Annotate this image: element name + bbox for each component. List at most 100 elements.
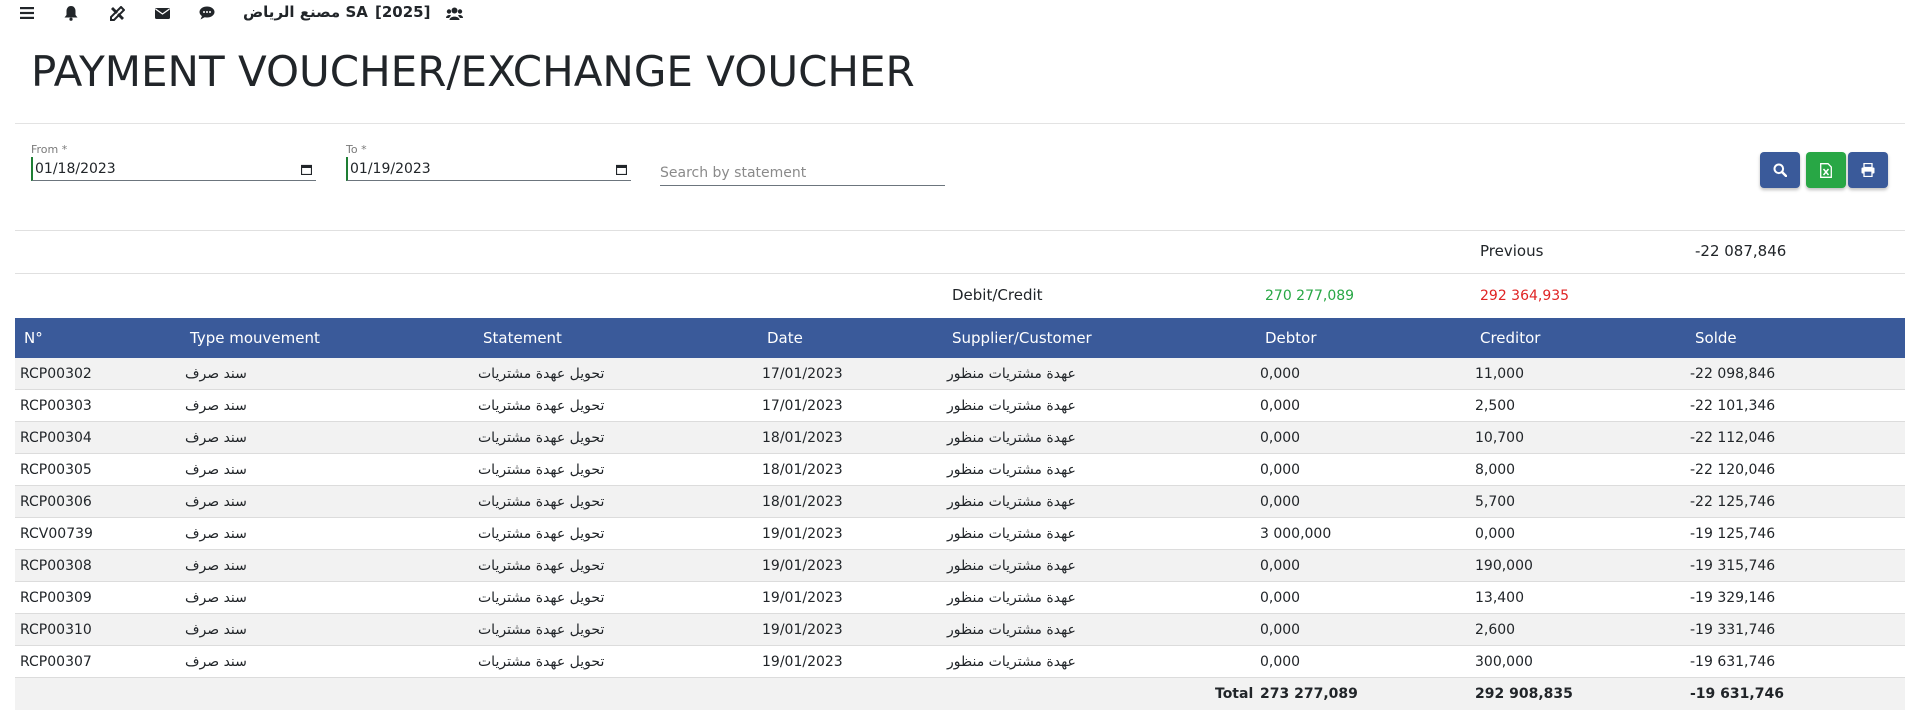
cell-debtor: 3 000,000 (1260, 526, 1332, 542)
cell-debtor: 0,000 (1260, 622, 1301, 638)
table-row[interactable]: RCP00303 سند صرف تحويل عهدة مشتريات 17/01/2… (15, 390, 1905, 422)
total-debtor: 273 277,089 (1260, 686, 1358, 702)
cell-date: 17/01/2023 (762, 398, 843, 414)
title-divider (15, 123, 1905, 124)
cell-type: سند صرف (185, 430, 247, 446)
table-row[interactable]: RCP00302 سند صرف تحويل عهدة مشتريات 17/01/2… (15, 358, 1905, 390)
table-row[interactable]: RCP00306 سند صرف تحويل عهدة مشتريات 18/01/2… (15, 486, 1905, 518)
cell-debtor: 0,000 (1260, 494, 1301, 510)
cell-statement: تحويل عهدة مشتريات (478, 558, 605, 574)
search-button[interactable] (1760, 152, 1800, 188)
cell-type: سند صرف (185, 494, 247, 510)
fiscal-year[interactable]: [2025] (375, 3, 430, 21)
cell-solde: -22 112,046 (1690, 430, 1776, 446)
cell-type: سند صرف (185, 622, 247, 638)
bell-icon[interactable] (62, 4, 80, 22)
debit-credit-label: Debit/Credit (952, 286, 1043, 304)
cell-creditor: 10,700 (1475, 430, 1524, 446)
cell-creditor: 2,500 (1475, 398, 1516, 414)
cell-number: RCP00305 (20, 462, 92, 478)
cell-solde: -22 101,346 (1690, 398, 1776, 414)
envelope-icon[interactable] (153, 4, 171, 22)
chat-icon[interactable] (198, 4, 216, 22)
cell-solde: -19 125,746 (1690, 526, 1776, 542)
previous-label: Previous (1480, 242, 1544, 260)
cell-supplier: عهدة مشتريات منظور (947, 654, 1076, 670)
cell-statement: تحويل عهدة مشتريات (478, 526, 605, 542)
table-row[interactable]: RCP00310 سند صرف تحويل عهدة مشتريات 19/01/2… (15, 614, 1905, 646)
page-title: PAYMENT VOUCHER/EXCHANGE VOUCHER (31, 47, 915, 96)
cell-type: سند صرف (185, 590, 247, 606)
column-header-statement[interactable]: Statement (483, 329, 562, 347)
cell-statement: تحويل عهدة مشتريات (478, 494, 605, 510)
cell-number: RCP00307 (20, 654, 92, 670)
table-row[interactable]: RCP00307 سند صرف تحويل عهدة مشتريات 19/01/2… (15, 646, 1905, 678)
table-row[interactable]: RCP00308 سند صرف تحويل عهدة مشتريات 19/01/2… (15, 550, 1905, 582)
cell-solde: -22 098,846 (1690, 366, 1776, 382)
to-label: To * (346, 143, 367, 156)
column-header-solde[interactable]: Solde (1695, 329, 1737, 347)
cell-type: سند صرف (185, 526, 247, 542)
calendar-icon[interactable] (300, 163, 313, 176)
table-body: RCP00302 سند صرف تحويل عهدة مشتريات 17/01/2… (15, 358, 1905, 678)
table-row[interactable]: RCV00739 سند صرف تحويل عهدة مشتريات 19/01/2… (15, 518, 1905, 550)
cell-creditor: 11,000 (1475, 366, 1524, 382)
cell-date: 18/01/2023 (762, 494, 843, 510)
column-header-debtor[interactable]: Debtor (1265, 329, 1317, 347)
total-solde: -19 631,746 (1690, 686, 1784, 702)
cell-solde: -19 329,146 (1690, 590, 1776, 606)
company-name[interactable]: مصنع الرياض SA (243, 3, 368, 21)
to-date-input[interactable]: 01/19/2023 (346, 157, 631, 181)
table-footer-total: Total 273 277,089 292 908,835 -19 631,74… (15, 678, 1905, 710)
cell-supplier: عهدة مشتريات منظور (947, 366, 1076, 382)
credit-total-value: 292 364,935 (1480, 288, 1570, 304)
calendar-icon[interactable] (615, 163, 628, 176)
table-row[interactable]: RCP00304 سند صرف تحويل عهدة مشتريات 18/01/2… (15, 422, 1905, 454)
column-header-type[interactable]: Type mouvement (190, 329, 320, 347)
top-navbar: مصنع الرياض SA [2025] (0, 0, 1914, 26)
cell-creditor: 190,000 (1475, 558, 1533, 574)
cell-date: 17/01/2023 (762, 366, 843, 382)
cell-statement: تحويل عهدة مشتريات (478, 622, 605, 638)
cell-statement: تحويل عهدة مشتريات (478, 398, 605, 414)
to-date-field: To * 01/19/2023 (346, 143, 631, 183)
debit-total-value: 270 277,089 (1265, 288, 1355, 304)
column-header-creditor[interactable]: Creditor (1480, 329, 1540, 347)
cell-type: سند صرف (185, 558, 247, 574)
cell-creditor: 0,000 (1475, 526, 1516, 542)
cell-supplier: عهدة مشتريات منظور (947, 622, 1076, 638)
cell-supplier: عهدة مشتريات منظور (947, 430, 1076, 446)
cell-date: 19/01/2023 (762, 526, 843, 542)
divider (15, 273, 1905, 274)
tools-icon[interactable] (108, 4, 126, 22)
cell-supplier: عهدة مشتريات منظور (947, 558, 1076, 574)
users-icon[interactable] (445, 4, 463, 22)
column-header-number[interactable]: N° (24, 329, 43, 347)
cell-type: سند صرف (185, 366, 247, 382)
cell-statement: تحويل عهدة مشتريات (478, 590, 605, 606)
search-icon (1773, 163, 1787, 177)
cell-debtor: 0,000 (1260, 462, 1301, 478)
from-label: From * (31, 143, 68, 156)
cell-creditor: 5,700 (1475, 494, 1516, 510)
column-header-supplier[interactable]: Supplier/Customer (952, 329, 1092, 347)
cell-date: 19/01/2023 (762, 558, 843, 574)
cell-debtor: 0,000 (1260, 654, 1301, 670)
cell-date: 18/01/2023 (762, 430, 843, 446)
menu-icon[interactable] (18, 4, 36, 22)
cell-solde: -22 120,046 (1690, 462, 1776, 478)
print-button[interactable] (1848, 152, 1888, 188)
cell-solde: -19 331,746 (1690, 622, 1776, 638)
divider (15, 230, 1905, 231)
table-row[interactable]: RCP00305 سند صرف تحويل عهدة مشتريات 18/01/2… (15, 454, 1905, 486)
column-header-date[interactable]: Date (767, 329, 803, 347)
statement-search-input[interactable]: Search by statement (660, 160, 945, 186)
table-row[interactable]: RCP00309 سند صرف تحويل عهدة مشتريات 19/01/2… (15, 582, 1905, 614)
export-excel-button[interactable] (1806, 152, 1846, 188)
cell-debtor: 0,000 (1260, 430, 1301, 446)
cell-statement: تحويل عهدة مشتريات (478, 654, 605, 670)
cell-date: 19/01/2023 (762, 590, 843, 606)
from-date-field: From * 01/18/2023 (31, 143, 316, 183)
cell-statement: تحويل عهدة مشتريات (478, 430, 605, 446)
from-date-input[interactable]: 01/18/2023 (31, 157, 316, 181)
